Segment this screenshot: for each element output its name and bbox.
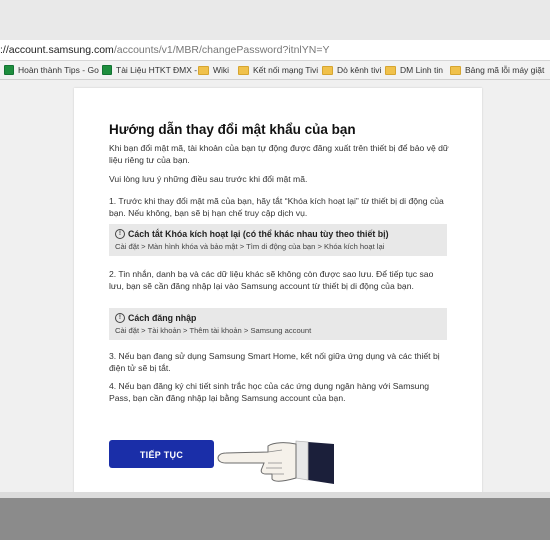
password-guide-card: Hướng dẫn thay đổi mật khẩu của bạn Khi … [74,88,482,508]
bookmark-item[interactable]: Bảng mã lỗi máy giặt [450,64,544,76]
bookmark-label: Tài Liệu HTKT ĐMX - [116,65,198,75]
address-bar[interactable]: ://account.samsung.com/accounts/v1/MBR/c… [0,40,550,61]
folder-icon [385,65,396,75]
url-path: /accounts/v1/MBR/changePassword?itnlYN=Y [113,44,330,56]
info-icon: ! [115,313,125,323]
bookmark-item[interactable]: Tài Liệu HTKT ĐMX - [102,64,197,76]
pointing-hand-icon [217,440,334,484]
bookmark-label: Hoàn thành Tips - Go [18,65,99,75]
item-2-text: 2. Tin nhắn, danh bạ và các dữ liệu khác… [109,269,434,291]
folder-icon [238,65,249,75]
info-icon: ! [115,229,125,239]
bookmark-item[interactable]: Hoàn thành Tips - Go [4,64,99,76]
bottom-area [0,492,550,540]
folder-icon [450,65,461,75]
note-path: Cài đặt > Màn hình khóa và bảo mật > Tìm… [115,242,385,251]
sheet-icon [102,65,112,75]
note-path: Cài đặt > Tài khoản > Thêm tài khoản > S… [115,326,312,335]
bookmark-item[interactable]: Kết nối mạng Tivi [238,64,318,76]
intro-text: Khi bạn đổi mật mã, tài khoản của bạn tự… [109,143,449,165]
horizontal-scrollbar[interactable] [0,492,550,498]
notice-text: Vui lòng lưu ý những điều sau trước khi … [109,174,308,184]
sheet-icon [4,65,14,75]
bookmark-label: Bảng mã lỗi máy giặt [465,65,545,75]
bookmarks-bar: Hoàn thành Tips - Go Tài Liệu HTKT ĐMX -… [0,61,550,80]
bookmark-item[interactable]: Dò kênh tivi [322,64,381,76]
bookmark-label: Dò kênh tivi [337,65,382,75]
note-reactivation-lock: ! Cách tắt Khóa kích hoạt lại (có thể kh… [109,224,447,256]
continue-button[interactable]: TIẾP TỤC [109,440,214,468]
item-3-text: 3. Nếu bạn đang sử dụng Samsung Smart Ho… [109,351,440,373]
bookmark-label: DM Linh tin [400,65,443,75]
browser-window: ://account.samsung.com/accounts/v1/MBR/c… [0,0,550,540]
folder-icon [198,65,209,75]
note-sign-in: ! Cách đăng nhập Cài đặt > Tài khoản > T… [109,308,447,340]
page-content: Hướng dẫn thay đổi mật khẩu của bạn Khi … [0,80,550,508]
item-1-text: 1. Trước khi thay đổi mật mã của bạn, hã… [109,196,444,218]
folder-icon [322,65,333,75]
bookmark-item[interactable]: Wiki [198,64,229,76]
note-title: Cách tắt Khóa kích hoạt lại (có thể khác… [128,229,389,239]
bookmark-item[interactable]: DM Linh tin [385,64,443,76]
note-title: Cách đăng nhập [128,313,197,323]
item-4-text: 4. Nếu bạn đăng ký chi tiết sinh trắc họ… [109,381,430,403]
page-title: Hướng dẫn thay đổi mật khẩu của bạn [109,122,356,137]
url-host: ://account.samsung.com [0,44,114,56]
bookmark-label: Kết nối mạng Tivi [253,65,319,75]
bookmark-label: Wiki [213,65,230,75]
